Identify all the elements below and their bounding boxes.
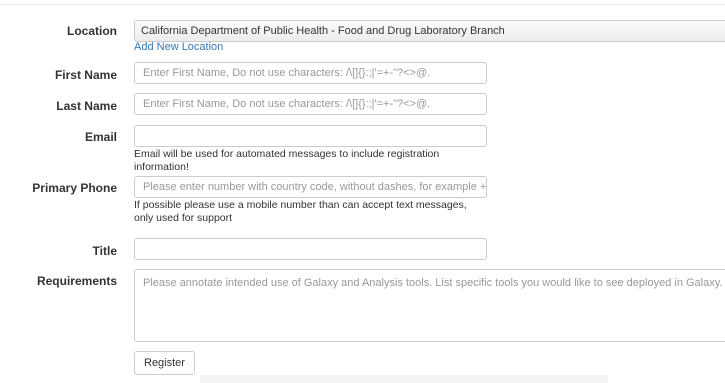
add-new-location-link[interactable]: Add New Location xyxy=(134,41,223,53)
last-name-input[interactable]: Enter First Name, Do not use characters:… xyxy=(134,93,487,115)
location-label: Location xyxy=(67,24,117,38)
registration-page: Location California Department of Public… xyxy=(0,0,725,383)
register-button[interactable]: Register xyxy=(134,351,195,375)
footer-bar xyxy=(200,375,608,383)
location-select[interactable]: California Department of Public Health -… xyxy=(134,20,725,42)
requirements-textarea[interactable]: Please annotate intended use of Galaxy a… xyxy=(134,269,725,342)
first-name-input[interactable]: Enter First Name, Do not use characters:… xyxy=(134,62,487,84)
first-name-label: First Name xyxy=(54,68,117,82)
top-divider xyxy=(0,4,725,5)
primary-phone-input[interactable]: Please enter number with country code, w… xyxy=(134,176,487,198)
primary-phone-label: Primary Phone xyxy=(32,181,117,195)
last-name-label: Last Name xyxy=(56,99,117,113)
email-help-text: Email will be used for automated message… xyxy=(134,148,440,173)
title-label: Title xyxy=(92,244,117,258)
email-input[interactable] xyxy=(134,125,487,147)
requirements-label: Requirements xyxy=(36,274,117,288)
primary-phone-help-text: If possible please use a mobile number t… xyxy=(134,199,467,224)
email-label: Email xyxy=(84,130,117,144)
title-input[interactable] xyxy=(134,238,487,260)
